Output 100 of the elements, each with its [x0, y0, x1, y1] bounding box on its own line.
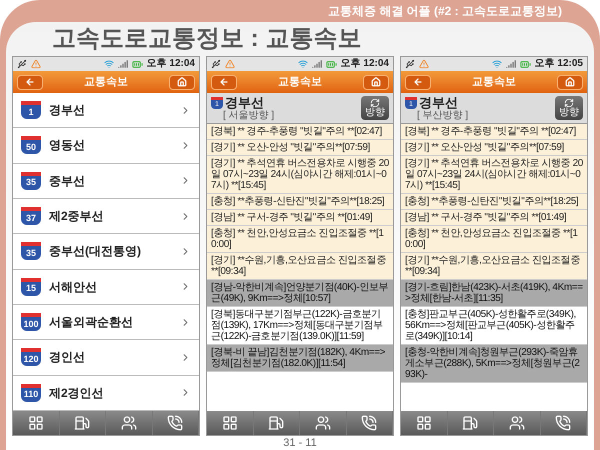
signal-icon — [118, 59, 128, 69]
bulletin-text: [충청]판교부근(405K)-성한활주로(349K), 56Km==>정체[판교부근(405K)-성한활주로(349K)][10:14] — [401, 307, 587, 346]
home-icon — [177, 77, 187, 87]
slide-header: 교통체증 해결 어플 (#2 : 고속도로교통정보) — [328, 3, 562, 20]
bulletin-text: [경기] ** 추석연휴 버스전용차로 시행중 20일 07시~23일 24시(심야시간 해제:01시~07시) **[15:45] — [401, 156, 587, 194]
bulletin-text: [경기] ** 추석연휴 버스전용차로 시행중 20일 07시~23일 24시(심야시간 해제:01시~07시) **[15:45] — [207, 156, 393, 194]
route-list-item[interactable]: 100 서울외곽순환선 — [13, 304, 199, 340]
app-title: 교통속보 — [472, 74, 516, 90]
bulletin-text: [충청] **추풍령-신탄진"빗길"주의**[18:25] — [207, 194, 393, 210]
route-number-badge: 37 — [21, 207, 41, 226]
status-time: 오후 12:04 — [146, 59, 195, 69]
warning-icon — [419, 59, 429, 69]
back-arrow-icon — [413, 77, 423, 87]
route-name: 중부선(대전통영) — [49, 243, 142, 260]
direction-button[interactable]: 방향 — [555, 96, 583, 120]
bulletin-text: [경북] ** 경주-추풍령 "빗길"주의 **[02:47] — [401, 124, 587, 140]
route-number-badge: 100 — [21, 313, 41, 332]
refresh-icon — [564, 98, 574, 108]
route-number-badge: 120 — [21, 348, 41, 366]
fuel-pump-icon[interactable] — [268, 415, 284, 431]
grid-icon[interactable] — [28, 415, 44, 431]
warning-icon — [225, 59, 235, 69]
people-icon[interactable] — [120, 415, 137, 431]
wifi-icon — [298, 59, 308, 69]
fuel-pump-icon[interactable] — [462, 415, 478, 431]
status-time: 오후 12:04 — [340, 59, 389, 69]
route-list-item[interactable]: 120 경인선 — [13, 340, 199, 376]
route-list-item[interactable]: 15 서해안선 — [13, 270, 199, 305]
bulletin-text: [경기-흐림]한남(423K)-서초(419K), 4Km==>정체[한남-서초][11:35] — [401, 280, 587, 308]
home-button[interactable] — [169, 74, 195, 90]
route-list-item[interactable]: 50 영동선 — [13, 128, 199, 164]
app-title: 교통속보 — [84, 74, 128, 90]
grid-icon[interactable] — [416, 415, 432, 431]
status-time: 오후 12:05 — [534, 59, 583, 69]
bulletin-text: [경남] ** 구서-경주 "빗길"주의 **[01:49] — [401, 210, 587, 226]
battery-icon — [132, 58, 143, 70]
bulletin-text: [경남] ** 구서-경주 "빗길"주의 **[01:49] — [207, 210, 393, 226]
wifi-icon — [492, 59, 502, 69]
phone-icon[interactable] — [167, 415, 184, 431]
route-list-item[interactable]: 35 중부선(대전통영) — [13, 234, 199, 270]
refresh-icon — [370, 98, 380, 108]
bulletin-text: [경남-악한비계속]언양분기점(40K)-인보부근(49K), 9Km==>정체[10:57] — [207, 280, 393, 308]
home-button[interactable] — [557, 74, 583, 90]
route-number-badge: 15 — [21, 278, 41, 296]
bulletin-text: [충청] ** 천안,안성요금소 진입조절중 **[10:00] — [401, 226, 587, 254]
bulletin-text: [경북-비 끝남]김천분기점(182K), 4Km==>정체[김천분기점(182.0K)][11:54] — [207, 345, 393, 372]
app-title: 교통속보 — [278, 74, 322, 90]
signal-icon — [312, 59, 322, 69]
bulletin-text: [경기] **수원,기흥,오산요금소 진입조절중**[09:34] — [401, 253, 587, 280]
back-button[interactable] — [17, 74, 43, 90]
route-name: 경인선 — [49, 349, 86, 366]
route-list-item[interactable]: 35 중부선 — [13, 164, 199, 199]
route-list-item[interactable]: 37 제2중부선 — [13, 198, 199, 234]
route-name: 영동선 — [49, 137, 86, 154]
battery-icon — [520, 58, 531, 70]
route-list-item[interactable]: 1 경부선 — [13, 93, 199, 128]
home-icon — [371, 77, 381, 87]
usb-icon — [405, 59, 415, 69]
bulletin-text: [경기] ** 오산-안성 "빗길"주의**[07:59] — [401, 140, 587, 156]
home-icon — [565, 77, 575, 87]
direction-label: [ 서울방향 ] — [222, 111, 276, 122]
people-icon[interactable] — [314, 415, 331, 431]
usb-icon — [211, 59, 221, 69]
phone-icon[interactable] — [361, 415, 378, 431]
people-icon[interactable] — [508, 415, 525, 431]
page-number: 31 - 11 — [283, 438, 317, 448]
bulletin-text: [충청] **추풍령-신탄진"빗길"주의**[18:25] — [401, 194, 587, 210]
route-number-badge: 1 — [21, 101, 41, 120]
route-number-badge: 50 — [21, 136, 41, 154]
route-number-badge: 35 — [21, 172, 41, 190]
route-name: 서울외곽순환선 — [49, 314, 134, 332]
phone-icon[interactable] — [555, 415, 572, 431]
route-number-badge: 110 — [21, 384, 41, 402]
back-button[interactable] — [211, 74, 237, 90]
home-button[interactable] — [363, 74, 389, 90]
slide-title: 고속도로교통정보 : 교통속보 — [52, 24, 362, 54]
route-name: 제2경인선 — [49, 384, 105, 402]
warning-icon — [31, 59, 41, 69]
signal-icon — [506, 59, 516, 69]
fuel-pump-icon[interactable] — [74, 415, 90, 431]
back-button[interactable] — [405, 74, 431, 90]
bulletin-text: [경북]동대구분기점부근(122K)-금호분기점(139K), 17Km==>정체[동대구분기점부근(122K)-금호분기점(139.0K)][11:59] — [207, 307, 393, 346]
wifi-icon — [104, 59, 114, 69]
bulletin-text: [경기] ** 오산-안성 "빗길"주의**[07:59] — [207, 140, 393, 156]
route-name: 경부선 — [225, 95, 264, 110]
bulletin-text: [경기] **수원,기흥,오산요금소 진입조절중**[09:34] — [207, 253, 393, 280]
back-arrow-icon — [25, 77, 35, 87]
usb-icon — [17, 59, 27, 69]
route-name: 경부선 — [419, 95, 458, 110]
back-arrow-icon — [219, 77, 229, 87]
direction-button[interactable]: 방향 — [361, 96, 389, 120]
bulletin-text: [충청] ** 천안,안성요금소 진입조절중 **[10:00] — [207, 226, 393, 254]
grid-icon[interactable] — [222, 415, 238, 431]
bulletin-text: [경북] ** 경주-추풍령 "빗길"주의 **[02:47] — [207, 124, 393, 140]
route-name: 중부선 — [49, 172, 86, 190]
route-name: 경부선 — [49, 102, 86, 120]
route-name: 서해안선 — [49, 278, 98, 296]
direction-label: [ 부산방향 ] — [416, 111, 470, 122]
battery-icon — [326, 58, 337, 70]
route-number-badge: 35 — [21, 242, 41, 260]
